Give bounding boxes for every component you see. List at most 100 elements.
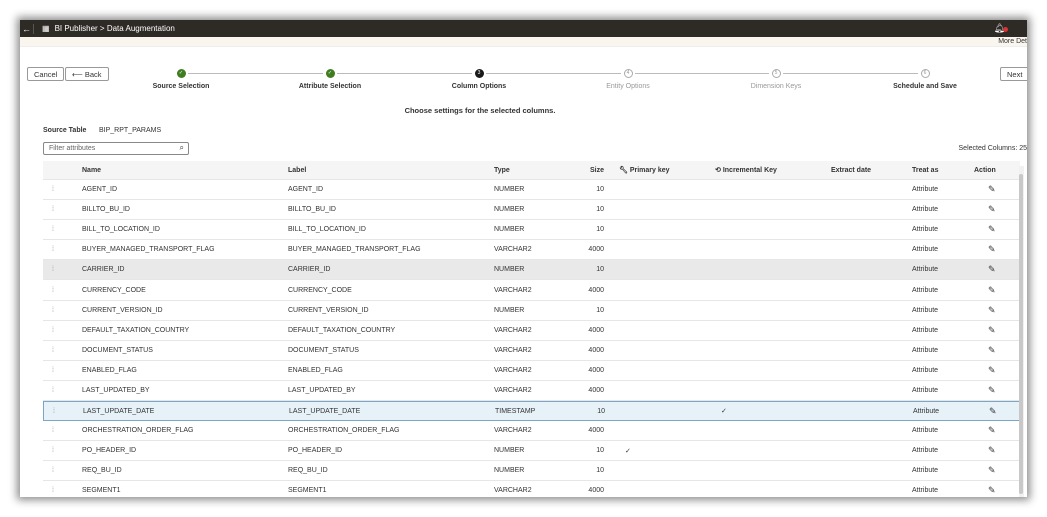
cell-label: DEFAULT_TAXATION_COUNTRY bbox=[288, 326, 396, 334]
info-strip: More Det bbox=[20, 37, 1027, 47]
drag-handle-icon[interactable]: ⁞ bbox=[52, 186, 54, 193]
drag-handle-icon[interactable]: ⁞ bbox=[52, 307, 54, 314]
table-row[interactable]: ⁞ BILL_TO_LOCATION_ID BILL_TO_LOCATION_I… bbox=[43, 220, 1020, 241]
cell-name: CARRIER_ID bbox=[82, 266, 125, 274]
cell-name: BILLTO_BU_ID bbox=[82, 206, 130, 214]
more-details-link[interactable]: More Det bbox=[998, 38, 1027, 45]
table-row[interactable]: ⁞ AGENT_ID AGENT_ID NUMBER 10 Attribute … bbox=[43, 180, 1020, 201]
train-step-column-options[interactable]: 3 Column Options bbox=[424, 69, 534, 90]
cell-type: VARCHAR2 bbox=[494, 427, 532, 435]
cell-type: NUMBER bbox=[494, 226, 525, 234]
cell-size: 4000 bbox=[588, 386, 604, 394]
drag-handle-icon[interactable]: ⁞ bbox=[52, 266, 54, 273]
table-row[interactable]: ⁞ CURRENCY_CODE CURRENCY_CODE VARCHAR2 4… bbox=[43, 280, 1020, 301]
table-row[interactable]: ⁞ CARRIER_ID CARRIER_ID NUMBER 10 Attrib… bbox=[43, 260, 1020, 281]
cell-label: PO_HEADER_ID bbox=[288, 447, 343, 455]
cell-size: 4000 bbox=[588, 286, 604, 294]
edit-pencil-icon[interactable]: ✎ bbox=[988, 325, 996, 336]
drag-handle-icon[interactable]: ⁞ bbox=[52, 447, 54, 454]
table-row[interactable]: ⁞ LAST_UPDATE_DATE LAST_UPDATE_DATE TIME… bbox=[43, 401, 1020, 422]
drag-handle-icon[interactable]: ⁞ bbox=[52, 367, 54, 374]
edit-pencil-icon[interactable]: ✎ bbox=[988, 184, 996, 195]
col-incremental-key[interactable]: ⟲ Incremental Key bbox=[715, 166, 777, 174]
train-step-schedule-and-save[interactable]: 6 Schedule and Save bbox=[870, 69, 980, 90]
notification-bell-icon[interactable]: 🔔︎ bbox=[994, 23, 1009, 34]
drag-handle-icon[interactable]: ⁞ bbox=[52, 206, 54, 213]
drag-handle-icon[interactable]: ⁞ bbox=[52, 467, 54, 474]
drag-handle-icon[interactable]: ⁞ bbox=[52, 487, 54, 494]
drag-handle-icon[interactable]: ⁞ bbox=[52, 327, 54, 334]
table-row[interactable]: ⁞ REQ_BU_ID REQ_BU_ID NUMBER 10 Attribut… bbox=[43, 461, 1020, 482]
edit-pencil-icon[interactable]: ✎ bbox=[988, 345, 996, 356]
edit-pencil-icon[interactable]: ✎ bbox=[988, 425, 996, 436]
edit-pencil-icon[interactable]: ✎ bbox=[988, 385, 996, 396]
edit-pencil-icon[interactable]: ✎ bbox=[988, 465, 996, 476]
step-check-icon: ✓ bbox=[176, 69, 186, 78]
progress-train: ✓ Source Selection ✓ Attribute Selection 3 Co… bbox=[20, 69, 1027, 99]
drag-handle-icon[interactable]: ⁞ bbox=[52, 347, 54, 354]
cell-size: 4000 bbox=[588, 326, 604, 334]
train-step-source-selection[interactable]: ✓ Source Selection bbox=[126, 69, 236, 90]
step-check-icon: ✓ bbox=[325, 69, 335, 78]
step-label: Dimension Keys bbox=[750, 83, 802, 90]
table-row[interactable]: ⁞ ENABLED_FLAG ENABLED_FLAG VARCHAR2 400… bbox=[43, 361, 1020, 381]
table-row[interactable]: ⁞ ORCHESTRATION_ORDER_FLAG ORCHESTRATION… bbox=[43, 421, 1020, 442]
train-step-entity-options[interactable]: 4 Entity Options bbox=[573, 69, 683, 90]
edit-pencil-icon[interactable]: ✎ bbox=[988, 305, 996, 316]
step-label: Source Selection bbox=[152, 83, 210, 90]
drag-handle-icon[interactable]: ⁞ bbox=[52, 226, 54, 233]
vertical-scrollbar[interactable] bbox=[1019, 166, 1024, 497]
drag-handle-icon[interactable]: ⁞ bbox=[52, 387, 54, 394]
search-icon[interactable]: ⌕ bbox=[180, 143, 184, 153]
cell-type: VARCHAR2 bbox=[494, 366, 532, 374]
edit-pencil-icon[interactable]: ✎ bbox=[988, 204, 996, 215]
cell-type: NUMBER bbox=[494, 186, 525, 194]
cell-type: TIMESTAMP bbox=[495, 407, 536, 415]
edit-pencil-icon[interactable]: ✎ bbox=[988, 264, 996, 275]
edit-pencil-icon[interactable]: ✎ bbox=[988, 244, 996, 255]
drag-handle-icon[interactable]: ⁞ bbox=[52, 427, 54, 434]
cell-name: REQ_BU_ID bbox=[82, 467, 122, 475]
col-label[interactable]: Label bbox=[288, 167, 306, 174]
table-row[interactable]: ⁞ BUYER_MANAGED_TRANSPORT_FLAG BUYER_MAN… bbox=[43, 240, 1020, 261]
cell-label: LAST_UPDATED_BY bbox=[288, 386, 356, 394]
col-primary-key[interactable]: 🔧︎ Primary key bbox=[619, 166, 670, 174]
filter-placeholder: Filter attributes bbox=[49, 145, 96, 152]
col-treat-as[interactable]: Treat as bbox=[912, 167, 938, 174]
source-table-value: BIP_RPT_PARAMS bbox=[99, 127, 162, 134]
table-row[interactable]: ⁞ PO_HEADER_ID PO_HEADER_ID NUMBER 10 ✓ … bbox=[43, 441, 1020, 462]
filter-attributes-input[interactable]: Filter attributes ⌕ bbox=[43, 142, 189, 155]
cell-treat-as: Attribute bbox=[912, 447, 939, 455]
title-bar: ← ▦ BI Publisher > Data Augmentation 🔔︎ bbox=[20, 20, 1027, 37]
table-row[interactable]: ⁞ DEFAULT_TAXATION_COUNTRY DEFAULT_TAXAT… bbox=[43, 321, 1020, 341]
table-row[interactable]: ⁞ CURRENT_VERSION_ID CURRENT_VERSION_ID … bbox=[43, 301, 1020, 321]
train-step-attribute-selection[interactable]: ✓ Attribute Selection bbox=[275, 69, 385, 90]
edit-pencil-icon[interactable]: ✎ bbox=[988, 445, 996, 456]
cell-name: BILL_TO_LOCATION_ID bbox=[82, 226, 160, 234]
table-row[interactable]: ⁞ DOCUMENT_STATUS DOCUMENT_STATUS VARCHA… bbox=[43, 341, 1020, 361]
cell-name: SEGMENT1 bbox=[82, 487, 121, 495]
edit-pencil-icon[interactable]: ✎ bbox=[988, 285, 996, 296]
drag-handle-icon[interactable]: ⁞ bbox=[53, 408, 55, 415]
drag-handle-icon[interactable]: ⁞ bbox=[52, 287, 54, 294]
col-type[interactable]: Type bbox=[494, 167, 510, 174]
table-row[interactable]: ⁞ LAST_UPDATED_BY LAST_UPDATED_BY VARCHA… bbox=[43, 381, 1020, 402]
edit-pencil-icon[interactable]: ✎ bbox=[988, 224, 996, 235]
col-extract-date[interactable]: Extract date bbox=[831, 167, 871, 174]
cell-treat-as: Attribute bbox=[912, 467, 939, 475]
col-action: Action bbox=[974, 166, 996, 174]
col-size[interactable]: Size bbox=[568, 167, 604, 174]
cell-label: LAST_UPDATE_DATE bbox=[289, 407, 361, 415]
cell-type: NUMBER bbox=[494, 306, 525, 314]
edit-pencil-icon[interactable]: ✎ bbox=[989, 406, 997, 417]
step-number: 3 bbox=[474, 69, 484, 78]
back-arrow-icon[interactable]: ← bbox=[20, 23, 34, 34]
scrollbar-thumb[interactable] bbox=[1019, 174, 1023, 494]
edit-pencil-icon[interactable]: ✎ bbox=[988, 485, 996, 496]
drag-handle-icon[interactable]: ⁞ bbox=[52, 246, 54, 253]
train-step-dimension-keys[interactable]: 5 Dimension Keys bbox=[721, 69, 831, 90]
col-name[interactable]: Name bbox=[82, 167, 101, 174]
table-row[interactable]: ⁞ BILLTO_BU_ID BILLTO_BU_ID NUMBER 10 At… bbox=[43, 200, 1020, 221]
table-row[interactable]: ⁞ SEGMENT1 SEGMENT1 VARCHAR2 4000 Attrib… bbox=[43, 481, 1020, 497]
edit-pencil-icon[interactable]: ✎ bbox=[988, 365, 996, 376]
